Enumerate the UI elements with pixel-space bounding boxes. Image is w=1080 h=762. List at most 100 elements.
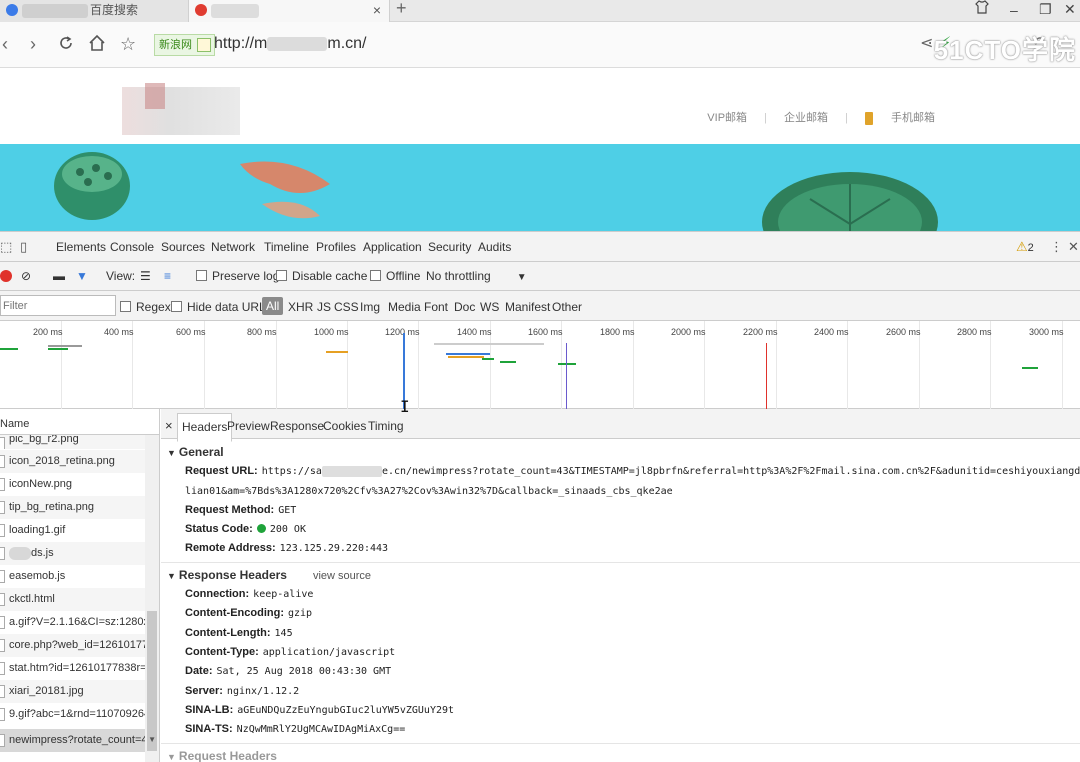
network-filter-bar: Regex Hide data URLs All XHR JS CSS Img … — [0, 291, 1080, 321]
tab-headers[interactable]: Headers — [177, 413, 233, 442]
request-headers-section-header[interactable]: ▼ Request Headers — [167, 749, 277, 762]
network-toolbar: ⊘ ▬ ▼ View: ☰ ≡ Preserve log Disable cac… — [0, 262, 1080, 291]
tab-security[interactable]: Security — [428, 240, 471, 254]
list-item[interactable]: 9.gif?abc=1&rnd=1107092649 — [0, 703, 146, 726]
list-item[interactable]: easemob.js — [0, 565, 146, 588]
list-item[interactable]: ckctl.html — [0, 588, 146, 611]
filter-js[interactable]: JS — [317, 300, 331, 314]
tab-close-icon[interactable]: × — [373, 0, 381, 20]
list-item[interactable]: icon_2018_retina.png — [0, 450, 146, 473]
general-section-header[interactable]: ▼ General — [167, 445, 224, 459]
list-item[interactable]: ds.js — [0, 542, 146, 565]
filter-input[interactable] — [0, 295, 116, 316]
network-overview-timeline[interactable]: 200 ms 400 ms 600 ms 800 ms 1000 ms 1200… — [0, 321, 1080, 409]
weibo-favicon-icon — [195, 4, 207, 16]
disable-cache-checkbox[interactable]: Disable cache — [276, 269, 367, 283]
preserve-log-checkbox[interactable]: Preserve log — [196, 269, 279, 283]
tab-elements[interactable]: Elements — [56, 240, 106, 254]
list-item[interactable]: pic_bg_r2.png — [0, 435, 146, 449]
view-label: View: — [106, 269, 136, 283]
enterprise-mail-link[interactable]: 企业邮箱 — [784, 112, 828, 124]
tab-audits[interactable]: Audits — [478, 240, 511, 254]
list-item[interactable]: loading1.gif — [0, 519, 146, 542]
restore-icon[interactable]: ❐ — [1039, 1, 1052, 18]
tab-application[interactable]: Application — [363, 240, 422, 254]
filter-funnel-icon[interactable]: ▼ — [76, 269, 88, 283]
record-icon[interactable] — [0, 270, 12, 282]
filter-all[interactable]: All — [262, 297, 284, 315]
tick-label: 2800 ms — [957, 327, 992, 337]
devtools-toolbar: ⬚ ▯ Elements Console Sources Network Tim… — [0, 231, 1080, 264]
more-menu-icon[interactable]: ⋮ — [1050, 239, 1063, 255]
large-rows-icon[interactable]: ☰ — [140, 269, 151, 283]
filter-font[interactable]: Font — [424, 300, 448, 314]
list-item[interactable]: tip_bg_retina.png — [0, 496, 146, 519]
offline-checkbox[interactable]: Offline — [370, 269, 420, 283]
list-item[interactable]: iconNew.png — [0, 473, 146, 496]
vip-mail-link[interactable]: VIP邮箱 — [707, 112, 747, 124]
shirt-skin-icon[interactable] — [975, 0, 989, 17]
browser-tab-baidu[interactable]: 百度搜索 — [0, 0, 188, 22]
back-icon[interactable]: ‹ — [2, 34, 8, 54]
capture-screenshots-icon[interactable]: ▬ — [53, 269, 65, 283]
file-icon — [0, 593, 5, 606]
filter-other[interactable]: Other — [552, 300, 582, 314]
browser-tab-sina[interactable]: × — [188, 0, 390, 22]
hide-data-urls-checkbox[interactable]: Hide data URLs — [171, 300, 272, 314]
site-identity-badge[interactable]: 新浪网 — [154, 34, 215, 56]
mobile-mail-link[interactable]: 手机邮箱 — [865, 111, 935, 125]
new-tab-button[interactable]: + — [396, 0, 407, 19]
warning-icon[interactable]: ⚠2 — [1016, 239, 1034, 255]
list-item[interactable]: a.gif?V=2.1.16&CI=sz:1280x7... — [0, 611, 146, 634]
tab-timeline[interactable]: Timeline — [264, 240, 309, 254]
window-close-icon[interactable]: ✕ — [1064, 1, 1076, 18]
tab-timing[interactable]: Timing — [368, 419, 404, 433]
request-list: Name pic_bg_r2.png icon_2018_retina.png … — [0, 409, 160, 762]
bookmark-star-icon[interactable]: ☆ — [120, 34, 136, 54]
filter-xhr[interactable]: XHR — [288, 300, 313, 314]
view-source-link[interactable]: view source — [313, 570, 371, 582]
tab-console[interactable]: Console — [110, 240, 154, 254]
response-headers-section-header[interactable]: ▼ Response Headers view source — [167, 568, 371, 582]
list-item[interactable]: core.php?web_id=126101778... — [0, 634, 146, 657]
baidu-favicon-icon — [6, 4, 18, 16]
regex-checkbox[interactable]: Regex — [120, 300, 171, 314]
list-item[interactable]: stat.htm?id=12610177838r=... — [0, 657, 146, 680]
text-cursor-icon: I — [400, 397, 410, 416]
scrollbar[interactable] — [145, 435, 159, 762]
list-item-selected[interactable]: newimpress?rotate_count=43... — [0, 729, 146, 752]
refresh-icon[interactable] — [57, 34, 75, 56]
home-icon[interactable] — [88, 34, 106, 56]
name-column-header[interactable]: Name — [0, 409, 159, 435]
address-bar[interactable]: http://m m.cn/ — [214, 35, 366, 53]
clear-icon[interactable]: ⊘ — [21, 269, 31, 283]
tick-label: 1000 ms — [314, 327, 349, 337]
device-mode-icon[interactable]: ▯ — [20, 239, 27, 255]
watermark: 51CTO学院 — [933, 35, 1076, 65]
tick-label: 600 ms — [176, 327, 206, 337]
filter-doc[interactable]: Doc — [454, 300, 475, 314]
minimize-icon[interactable]: – — [1010, 2, 1018, 18]
scrollbar-thumb[interactable] — [147, 611, 157, 751]
tab-cookies[interactable]: Cookies — [323, 419, 366, 433]
throttling-select[interactable]: No throttling ▼ — [426, 269, 527, 283]
devtools-close-icon[interactable]: ✕ — [1068, 239, 1079, 255]
scroll-down-icon[interactable]: ▼ — [148, 735, 156, 744]
close-detail-icon[interactable]: × — [165, 418, 173, 433]
tick-label: 400 ms — [104, 327, 134, 337]
forward-icon[interactable]: › — [30, 34, 36, 54]
filter-ws[interactable]: WS — [480, 300, 499, 314]
filter-manifest[interactable]: Manifest — [505, 300, 550, 314]
waterfall-view-icon[interactable]: ≡ — [164, 269, 171, 283]
list-item[interactable]: xiari_20181.jpg — [0, 680, 146, 703]
tab-sources[interactable]: Sources — [161, 240, 205, 254]
tab-preview[interactable]: Preview — [227, 419, 270, 433]
share-icon[interactable]: ⋖ — [920, 34, 933, 54]
inspect-element-icon[interactable]: ⬚ — [0, 239, 12, 255]
filter-img[interactable]: Img — [360, 300, 380, 314]
tab-profiles[interactable]: Profiles — [316, 240, 356, 254]
filter-media[interactable]: Media — [388, 300, 421, 314]
tab-response[interactable]: Response — [270, 419, 324, 433]
tab-network[interactable]: Network — [211, 240, 256, 264]
filter-css[interactable]: CSS — [334, 300, 359, 314]
